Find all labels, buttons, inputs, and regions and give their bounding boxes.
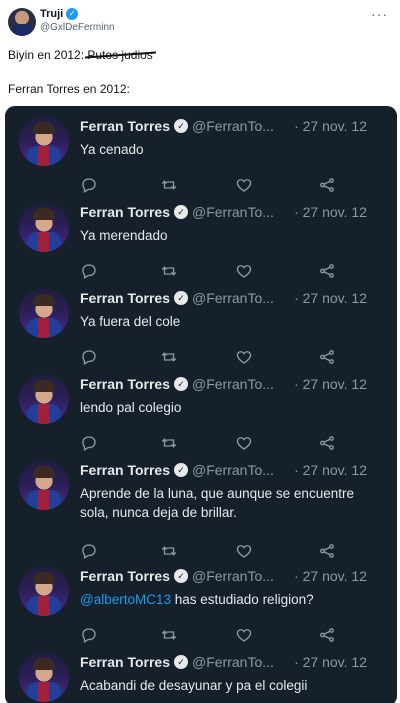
author-name-line[interactable]: Truji ✓ [40,8,79,20]
tweet-author-name[interactable]: Ferran Torres [80,568,170,584]
tweet-avatar[interactable] [19,652,69,702]
tweet-author-name[interactable]: Ferran Torres [80,654,170,670]
author-name[interactable]: Truji [40,8,63,20]
tweet-author-name[interactable]: Ferran Torres [80,462,170,478]
tweet-handle[interactable]: @FerranTo... [192,654,274,670]
verified-badge-icon: ✓ [174,291,188,305]
tweet-avatar[interactable] [19,116,69,166]
tweet-header: Truji ✓ @GxlDeFerminn ··· [0,0,400,40]
tweet-avatar[interactable] [19,460,69,510]
verified-badge-icon: ✓ [174,463,188,477]
tweet-handle[interactable]: @FerranTo... [192,376,274,392]
tweet-row[interactable]: Ferran Torres ✓ @FerranTo... · 27 nov. 12 @a… [5,556,397,643]
tweet-handle[interactable]: @FerranTo... [192,462,274,478]
tweet-row[interactable]: Ferran Torres ✓ @FerranTo... · 27 nov. 12 Ya… [5,106,397,193]
tweet-date[interactable]: · 27 nov. 12 [290,568,367,584]
avatar[interactable] [8,8,36,36]
tweet-date[interactable]: · 27 nov. 12 [290,654,367,670]
tweet-avatar[interactable] [19,566,69,616]
tweet-text: Aprende de la luna, que aunque se encuen… [80,486,354,520]
tweet-text: Acabandi de desayunar y pa el colegii [80,678,308,693]
tweet-handle[interactable]: @FerranTo... [192,118,274,134]
tweet-name-line[interactable]: Ferran Torres ✓ @FerranTo... [80,568,274,584]
verified-badge-icon: ✓ [174,205,188,219]
tweet-text: Ya cenado [80,142,144,157]
tweet-row[interactable]: Ferran Torres ✓ @FerranTo... · 27 nov. 12 le… [5,364,397,451]
tweet-avatar[interactable] [19,374,69,424]
tweet-handle[interactable]: @FerranTo... [192,290,274,306]
tweet-row[interactable]: Ferran Torres ✓ @FerranTo... · 27 nov. 12 Ac… [5,642,397,703]
tweet-date[interactable]: · 27 nov. 12 [290,290,367,306]
tweet-row[interactable]: Ferran Torres ✓ @FerranTo... · 27 nov. 12 Ap… [5,450,397,559]
tweet-row[interactable]: Ferran Torres ✓ @FerranTo... · 27 nov. 12 Ya… [5,192,397,279]
tweet-author-name[interactable]: Ferran Torres [80,118,170,134]
tweet-handle[interactable]: @FerranTo... [192,568,274,584]
verified-badge-icon: ✓ [174,655,188,669]
tweet-author-name[interactable]: Ferran Torres [80,290,170,306]
tweet-date[interactable]: · 27 nov. 12 [290,376,367,392]
tweet-text: Ya merendado [80,228,168,243]
author-handle[interactable]: @GxlDeFerminn [40,22,115,33]
more-options-icon[interactable]: ··· [371,6,388,22]
tweet-name-line[interactable]: Ferran Torres ✓ @FerranTo... [80,204,274,220]
tweet-text: @albertoMC13 has estudiado religion? [80,590,380,609]
tweet-date[interactable]: · 27 nov. 12 [290,204,367,220]
tweet-mention-link[interactable]: @albertoMC13 [80,592,171,607]
tweet-name-line[interactable]: Ferran Torres ✓ @FerranTo... [80,376,274,392]
embedded-screenshot: Ferran Torres ✓ @FerranTo... · 27 nov. 12 Ya… [5,106,397,703]
tweet-date[interactable]: · 27 nov. 12 [290,118,367,134]
tweet-handle[interactable]: @FerranTo... [192,204,274,220]
tweet-author-name[interactable]: Ferran Torres [80,204,170,220]
post-text-line-2: Ferran Torres en 2012: [8,82,130,96]
tweet-avatar[interactable] [19,202,69,252]
tweet-avatar[interactable] [19,288,69,338]
tweet-name-line[interactable]: Ferran Torres ✓ @FerranTo... [80,290,274,306]
verified-badge-icon: ✓ [174,377,188,391]
tweet-author-name[interactable]: Ferran Torres [80,376,170,392]
tweet-row[interactable]: Ferran Torres ✓ @FerranTo... · 27 nov. 12 Ya… [5,278,397,365]
tweet-name-line[interactable]: Ferran Torres ✓ @FerranTo... [80,118,274,134]
verified-badge-icon: ✓ [66,8,79,20]
verified-badge-icon: ✓ [174,569,188,583]
post-line1-struck: Putos judios [87,48,153,62]
post-line1-prefix: Biyin en 2012: [8,48,85,62]
tweet-date[interactable]: · 27 nov. 12 [290,462,367,478]
verified-badge-icon: ✓ [174,119,188,133]
tweet-name-line[interactable]: Ferran Torres ✓ @FerranTo... [80,654,274,670]
tweet-text: Ya fuera del cole [80,314,181,329]
post-text-line-1: Biyin en 2012: Putos judios [8,48,153,62]
tweet-name-line[interactable]: Ferran Torres ✓ @FerranTo... [80,462,274,478]
tweet-text: lendo pal colegio [80,400,182,415]
tweet-text-content: has estudiado religion? [171,592,314,607]
